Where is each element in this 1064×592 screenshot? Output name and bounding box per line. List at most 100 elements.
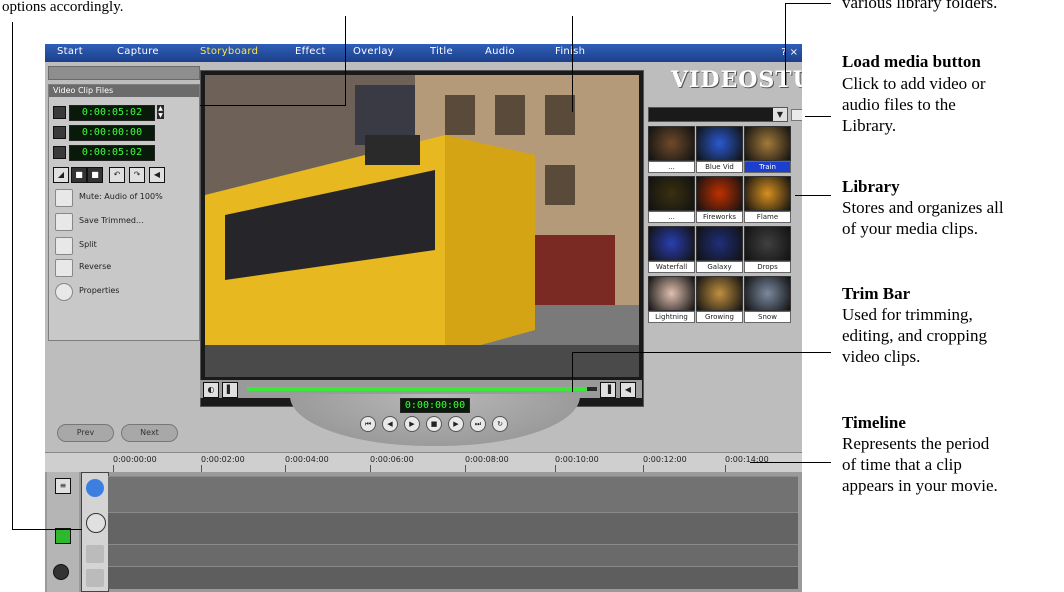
library-thumbnail-label: Galaxy xyxy=(696,261,743,273)
menu-start[interactable]: Start xyxy=(57,46,83,57)
library-folder-dropdown[interactable]: ▼ xyxy=(648,107,788,122)
mark-out-handle-icon[interactable]: ▐ xyxy=(600,382,616,398)
callout-line xyxy=(572,16,573,112)
annotation-library-title: Library xyxy=(842,177,900,196)
callout-line xyxy=(805,116,831,117)
ruler-tick-label: 0:00:00:00 xyxy=(113,455,157,464)
title-track[interactable] xyxy=(108,544,798,567)
prev-frame-icon[interactable]: ◀ xyxy=(382,416,398,432)
mute-icon[interactable]: ◢ xyxy=(53,167,69,183)
nav-timecode[interactable]: 0:00:00:00 xyxy=(400,398,470,413)
window-controls[interactable]: ? × xyxy=(781,47,798,58)
menu-storyboard[interactable]: Storyboard xyxy=(200,46,258,57)
menu-overlay[interactable]: Overlay xyxy=(353,46,394,57)
menu-bar: Start Capture Storyboard Effect Overlay … xyxy=(45,44,802,62)
duration-spinner[interactable]: ▲ ▼ xyxy=(157,105,164,119)
trim-track[interactable] xyxy=(247,387,597,391)
library-thumbnail[interactable] xyxy=(648,176,695,211)
play-mode-icon[interactable]: ◐ xyxy=(203,382,219,398)
library-thumbnail-label: Blue Vid xyxy=(696,161,743,173)
music-track-icon[interactable] xyxy=(86,569,104,587)
library-thumbnail[interactable] xyxy=(744,226,791,261)
end-icon[interactable]: ⏭ xyxy=(470,416,486,432)
mark-out-timecode[interactable]: 0:00:05:02 xyxy=(69,145,155,161)
library-thumbnail[interactable] xyxy=(744,276,791,311)
menu-title[interactable]: Title xyxy=(430,46,453,57)
menu-capture[interactable]: Capture xyxy=(117,46,159,57)
save-icon xyxy=(55,213,73,231)
option-save-label: Save Trimmed... xyxy=(79,216,144,225)
title-track-icon[interactable] xyxy=(86,545,104,563)
library-thumbnail[interactable] xyxy=(744,176,791,211)
ruler-tick-label: 0:00:06:00 xyxy=(370,455,414,464)
trim-range xyxy=(247,387,587,391)
library-thumbnail-label: ... xyxy=(648,211,695,223)
load-media-button[interactable] xyxy=(791,109,802,121)
callout-line xyxy=(12,529,82,530)
annotation-trim-bar-desc: Used for trimming, editing, and cropping… xyxy=(842,305,987,366)
video-track[interactable] xyxy=(108,476,798,513)
video-track-icon[interactable] xyxy=(86,479,104,497)
mark-in-handle-icon[interactable]: ▌ xyxy=(222,382,238,398)
repeat-icon[interactable]: ↻ xyxy=(492,416,508,432)
track-type-icons xyxy=(81,472,109,592)
options-panel-tab[interactable] xyxy=(48,66,200,80)
menu-finish[interactable]: Finish xyxy=(555,46,585,57)
callout-line xyxy=(572,352,831,353)
overlay-track-icon[interactable] xyxy=(86,513,106,533)
ruler-tick-label: 0:00:08:00 xyxy=(465,455,509,464)
chevron-down-icon[interactable]: ▼ xyxy=(773,108,787,121)
duration-timecode[interactable]: 0:00:05:02 xyxy=(69,105,155,121)
annotation-top-right-fragment: various library folders. xyxy=(842,0,998,12)
volume-icon[interactable]: ◀ xyxy=(149,167,165,183)
film-reel-icon[interactable] xyxy=(53,564,69,580)
callout-line xyxy=(572,352,573,392)
timeline-ruler[interactable]: 0:00:00:00 0:00:02:00 0:00:04:00 0:00:06… xyxy=(45,452,802,474)
library-thumbnail-label: Fireworks xyxy=(696,211,743,223)
library-thumbnail[interactable] xyxy=(648,276,695,311)
home-icon[interactable]: ⏮ xyxy=(360,416,376,432)
preview-image[interactable] xyxy=(205,75,639,377)
menu-effect[interactable]: Effect xyxy=(295,46,326,57)
annotation-load-media-title: Load media button xyxy=(842,52,981,71)
library-thumbnail-label: Train xyxy=(744,161,791,173)
next-frame-icon[interactable]: ▶ xyxy=(448,416,464,432)
overlay-track[interactable] xyxy=(108,512,798,545)
music-track[interactable] xyxy=(108,566,798,589)
annotation-top-left-fragment: options accordingly. xyxy=(2,0,124,15)
mark-in-icon xyxy=(53,126,66,139)
reverse-icon xyxy=(55,259,73,277)
library-thumbnail[interactable] xyxy=(696,276,743,311)
library-thumbnail[interactable] xyxy=(696,226,743,261)
annotation-trim-bar-title: Trim Bar xyxy=(842,284,911,303)
callout-line xyxy=(795,195,831,196)
library-thumbnail[interactable] xyxy=(744,126,791,161)
library-thumbnail[interactable] xyxy=(696,126,743,161)
library-thumbnail-label: ... xyxy=(648,161,695,173)
ruler-tick-label: 0:00:02:00 xyxy=(201,455,245,464)
library-thumbnail-label: Drops xyxy=(744,261,791,273)
volume-icon[interactable]: ◀ xyxy=(620,382,636,398)
zoom-icon[interactable]: ≡ xyxy=(55,478,71,494)
library-thumbnail[interactable] xyxy=(648,226,695,261)
annotation-load-media-desc: Click to add video or audio files to the… xyxy=(842,74,986,135)
fade-in-icon[interactable]: ■ xyxy=(71,167,87,183)
mark-in-timecode[interactable]: 0:00:00:00 xyxy=(69,125,155,141)
library-thumbnail-label: Flame xyxy=(744,211,791,223)
rotate-left-icon[interactable]: ↶ xyxy=(109,167,125,183)
library-thumbnail[interactable] xyxy=(696,176,743,211)
prev-button[interactable]: Prev xyxy=(57,424,114,442)
rotate-right-icon[interactable]: ↷ xyxy=(129,167,145,183)
option-reverse-label: Reverse xyxy=(79,262,112,271)
play-icon[interactable]: ▶ xyxy=(404,416,420,432)
next-button[interactable]: Next xyxy=(121,424,178,442)
timeline[interactable]: ≡ xyxy=(45,472,802,592)
record-icon[interactable] xyxy=(55,528,71,544)
option-properties-label: Properties xyxy=(79,286,120,295)
stop-icon[interactable]: ■ xyxy=(426,416,442,432)
fade-out-icon[interactable]: ■ xyxy=(87,167,103,183)
library-thumbnail[interactable] xyxy=(648,126,695,161)
timeline-tools: ≡ xyxy=(47,472,79,592)
menu-audio[interactable]: Audio xyxy=(485,46,515,57)
library-thumbnail-label: Waterfall xyxy=(648,261,695,273)
